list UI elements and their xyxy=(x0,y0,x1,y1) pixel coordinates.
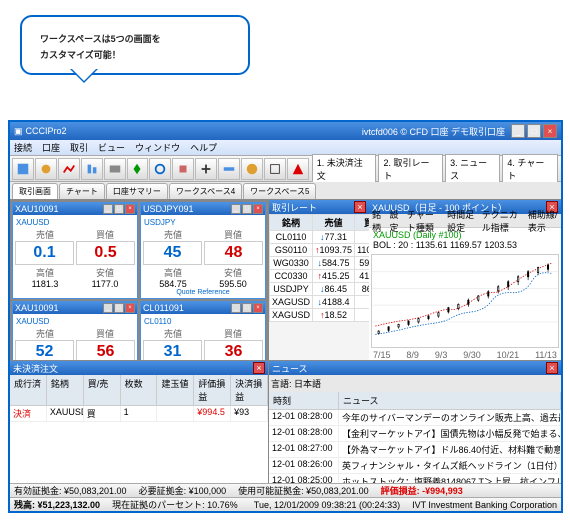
tab-chart[interactable]: チャート xyxy=(59,183,105,199)
tab-summary[interactable]: 口座サマリー xyxy=(106,183,168,199)
tool-icon[interactable] xyxy=(218,158,240,180)
quote-box[interactable]: CL011091_□× CL0110 売値買値 3136 高値安値 77.507… xyxy=(140,301,266,360)
app-window: ▣CCCIPro2 ivtcfd006 © CFD 口座 デモ取引口座 _ □ … xyxy=(8,120,563,513)
tool-icon[interactable] xyxy=(264,158,286,180)
workspace-quicktabs: 1. 未決済注文 2. 取引レート 3. ニュース 4. チャート xyxy=(311,153,559,185)
news-header: ニュース × xyxy=(269,361,561,375)
tool-icon[interactable] xyxy=(172,158,194,180)
menu-help[interactable]: ヘルプ xyxy=(190,141,217,154)
quote-box[interactable]: USDJPY091_□× USDJPY 売値買値 4548 高値安値 584.7… xyxy=(140,202,266,299)
rate-row[interactable]: WG0330↓584.75595.50 xyxy=(270,257,370,270)
news-list[interactable]: 12-01 08:28:00今年のサイバーマンデーのオンライン販売上高、過去最高… xyxy=(269,410,561,483)
app-title: CCCIPro2 xyxy=(26,126,67,136)
quicktab-3[interactable]: 3. ニュース xyxy=(445,154,500,184)
menu-window[interactable]: ウィンドウ xyxy=(135,141,180,154)
close-icon[interactable]: × xyxy=(354,201,366,213)
news-lang: 言語: 日本語 xyxy=(269,375,561,392)
x-axis: 7/158/99/39/3010/2111/13 xyxy=(369,350,561,360)
chart-canvas[interactable] xyxy=(371,254,559,348)
tool-icon[interactable] xyxy=(12,158,34,180)
news-columns: 時刻 ニュース xyxy=(269,392,561,410)
orders-panel: 未決済注文 × 成行済銘柄買/売枚数建玉値評価損益決済損益 決済XAUUSD買1… xyxy=(10,361,268,483)
quicktab-2[interactable]: 2. 取引レート xyxy=(378,154,443,184)
chart-toolbar: 銘柄 設定 チャート種類 時間足設定 テクニカル指標 補助線/表示 xyxy=(369,214,561,228)
news-lang-label: 言語: 日本語 xyxy=(271,377,321,390)
tool-icon[interactable] xyxy=(149,158,171,180)
quote-box[interactable]: XAU10091_□× XAUUSD 売値買値 0.10.5 高値安値 1181… xyxy=(12,202,138,299)
news-row[interactable]: 12-01 08:28:00今年のサイバーマンデーのオンライン販売上高、過去最高… xyxy=(269,410,561,426)
quicktab-1[interactable]: 1. 未決済注文 xyxy=(312,154,377,184)
news-panel: ニュース × 言語: 日本語 時刻 ニュース 12-01 08:28:00今年の… xyxy=(269,361,561,483)
tool-icon[interactable] xyxy=(58,158,80,180)
quicktab-4[interactable]: 4. チャート xyxy=(502,154,558,184)
tool-icon[interactable] xyxy=(127,158,149,180)
statusbar-1: 有効証拠金: ¥50,083,201.00 必要証拠金: ¥100,000 使用… xyxy=(10,483,561,497)
rate-row[interactable]: XAGUSD↑18.52 xyxy=(270,309,370,322)
tool-icon[interactable] xyxy=(287,158,309,180)
toolbar: 1. 未決済注文 2. 取引レート 3. ニュース 4. チャート xyxy=(10,156,561,182)
orders-list[interactable]: 決済XAUUSD買1¥994.5¥93 xyxy=(10,406,268,483)
minimize-button[interactable]: _ xyxy=(511,124,525,138)
menu-trade[interactable]: 取引 xyxy=(70,141,88,154)
chart-info: XAUUSD (Daily #100) BOL : 20 : 1135.61 1… xyxy=(369,228,561,252)
workspace: XAU10091_□× XAUUSD 売値買値 0.10.5 高値安値 1181… xyxy=(10,200,561,483)
news-row[interactable]: 12-01 08:28:00【金利マーケットアイ】国債先物は小幅反発で始まる、一… xyxy=(269,426,561,442)
tool-icon[interactable] xyxy=(35,158,57,180)
rate-row[interactable]: XAGUSD↓4188.4 xyxy=(270,296,370,309)
statusbar-2: 残高: ¥51,223,132.00 現在証拠のパーセント: 10.76% Tu… xyxy=(10,497,561,511)
rate-row[interactable]: CC0330↑415.25416.35 xyxy=(270,270,370,283)
rate-row[interactable]: CL0110↓77.31 xyxy=(270,231,370,244)
rate-header: 取引レート × xyxy=(269,200,369,214)
app-icon: ▣ xyxy=(14,126,23,137)
close-icon[interactable]: × xyxy=(546,362,558,374)
order-row[interactable]: 決済XAUUSD買1¥994.5¥93 xyxy=(10,406,268,422)
close-button[interactable]: × xyxy=(543,124,557,138)
tab-trade[interactable]: 取引画面 xyxy=(12,183,58,199)
news-row[interactable]: 12-01 08:27:00【外為マーケットアイ】ドル86.40付近、材料難で動… xyxy=(269,442,561,458)
orders-header: 未決済注文 × xyxy=(10,361,268,375)
callout-bubble: ワークスペースは5つの画面を カスタマイズ可能！ xyxy=(20,15,250,75)
rate-chart-panel: 取引レート × 銘柄売値買値 CL0110↓77.31GS0110↑1093.7… xyxy=(269,200,561,360)
rate-row[interactable]: GS0110↑1093.751102.25 xyxy=(270,244,370,257)
menu-view[interactable]: ビュー xyxy=(98,141,125,154)
quotes-panel: XAU10091_□× XAUUSD 売値買値 0.10.5 高値安値 1181… xyxy=(10,200,268,360)
news-row[interactable]: 12-01 08:26:00英フィナンシャル・タイムズ紙ヘッドライン（1日付） xyxy=(269,458,561,474)
workspace-tabs: 取引画面 チャート 口座サマリー ワークスペース4 ワークスペース5 xyxy=(10,182,561,200)
news-row[interactable]: 12-01 08:25:00ホットストック：塩野義8148067.T＞上昇、抗イ… xyxy=(269,474,561,483)
tool-icon[interactable] xyxy=(195,158,217,180)
chart-area: XAUUSD（日足 - 100 ポイント） × 銘柄 設定 チャート種類 時間足… xyxy=(369,200,561,360)
tab-ws5[interactable]: ワークスペース5 xyxy=(243,183,316,199)
rate-table[interactable]: 銘柄売値買値 CL0110↓77.31GS0110↑1093.751102.25… xyxy=(269,214,369,322)
quote-box[interactable]: XAU10091_□× XAUUSD 売値買値 5256 高値安値 18.111… xyxy=(12,301,138,360)
rate-row[interactable]: USDJPY↓86.4586.48 xyxy=(270,283,370,296)
orders-columns: 成行済銘柄買/売枚数建玉値評価損益決済損益 xyxy=(10,375,268,406)
tool-icon[interactable] xyxy=(241,158,263,180)
menu-account[interactable]: 口座 xyxy=(42,141,60,154)
tool-icon[interactable] xyxy=(81,158,103,180)
close-icon[interactable]: × xyxy=(253,362,265,374)
account-label: ivtcfd006 © CFD 口座 デモ取引口座 xyxy=(362,125,505,138)
titlebar: ▣CCCIPro2 ivtcfd006 © CFD 口座 デモ取引口座 _ □ … xyxy=(10,122,561,140)
tab-ws4[interactable]: ワークスペース4 xyxy=(169,183,242,199)
menu-connect[interactable]: 接続 xyxy=(14,141,32,154)
tool-icon[interactable] xyxy=(104,158,126,180)
maximize-button[interactable]: □ xyxy=(527,124,541,138)
